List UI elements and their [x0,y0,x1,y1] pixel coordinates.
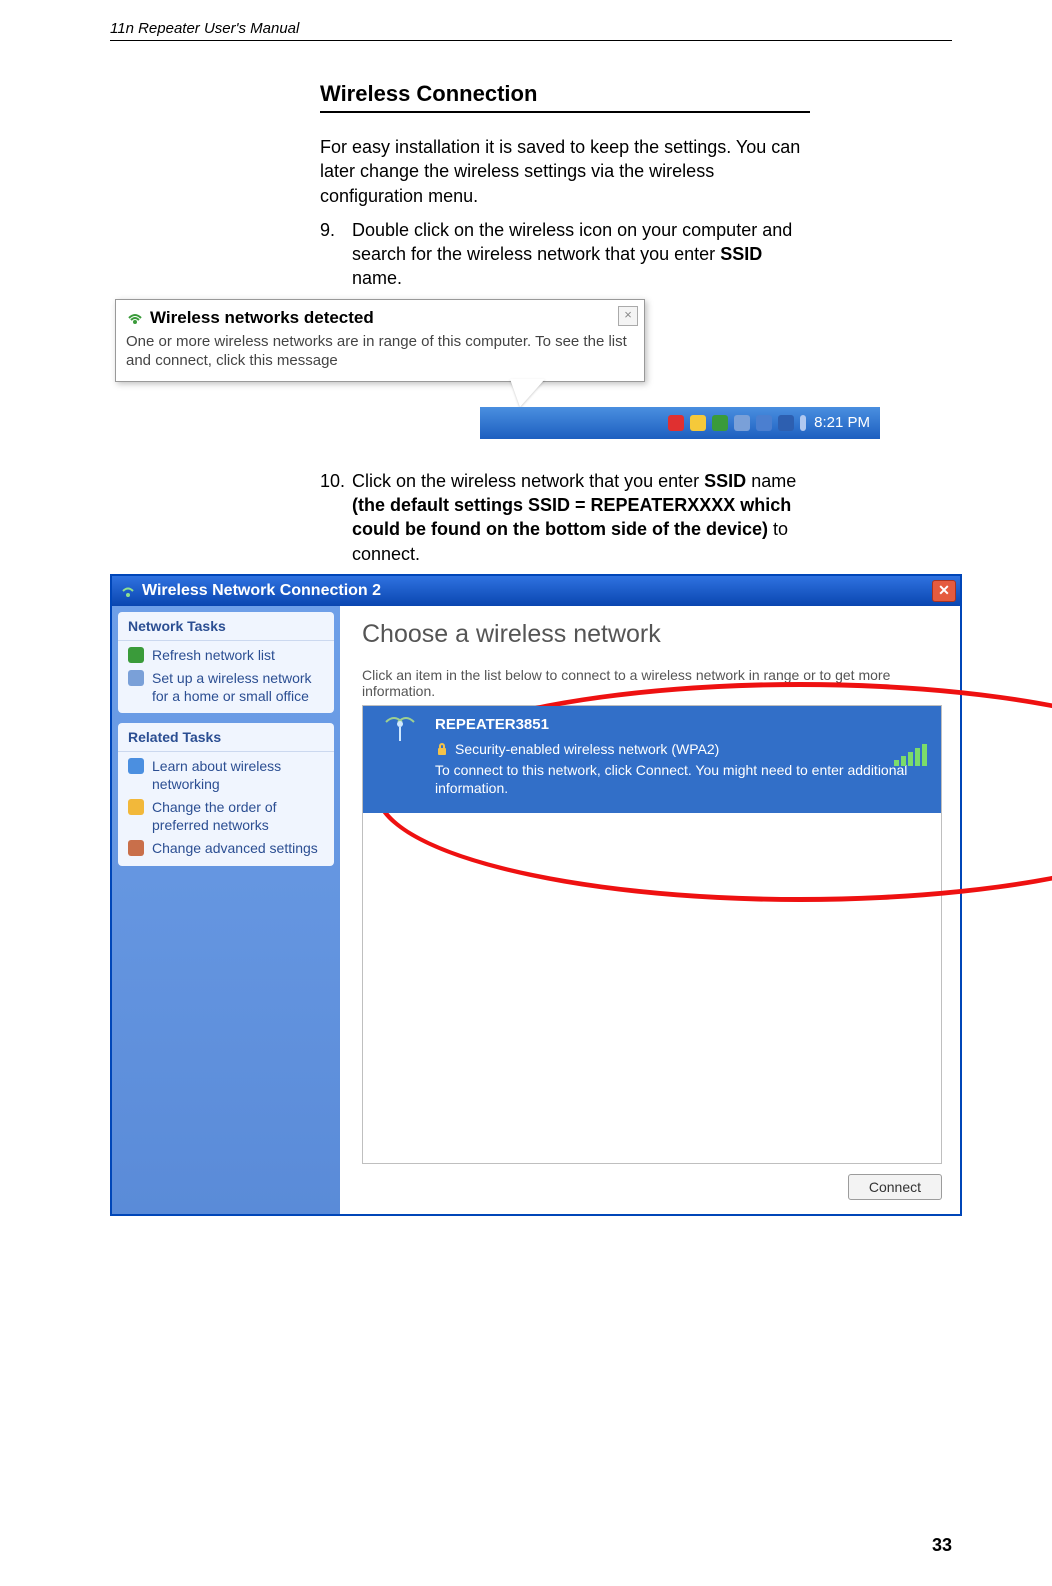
network-tasks-group: Network Tasks Refresh network list Set u… [118,612,334,714]
sidebar-item-refresh[interactable]: Refresh network list [118,641,334,665]
step-9: 9. Double click on the wireless icon on … [320,218,810,291]
step-number: 9. [320,218,352,291]
wireless-dialog: Wireless Network Connection 2 ✕ Network … [110,574,962,1216]
connect-button[interactable]: Connect [848,1174,942,1200]
group-header: Network Tasks [118,612,334,641]
wifi-icon [126,309,144,327]
sidebar-item-setup[interactable]: Set up a wireless network for a home or … [118,664,334,705]
close-icon[interactable]: × [618,306,638,326]
ssid-name: REPEATER3851 [435,716,927,733]
main-pane: Choose a wireless network Click an item … [340,606,960,1214]
network-item[interactable]: REPEATER3851 Security-enabled wireless n… [363,706,941,813]
step-body: Click on the wireless network that you e… [352,469,810,566]
tray-update-icon[interactable] [712,415,728,431]
network-list[interactable]: REPEATER3851 Security-enabled wireless n… [362,705,942,1164]
system-tray[interactable]: 8:21 PM [480,407,880,439]
content-column-2: 10. Click on the wireless network that y… [320,469,810,566]
balloon-title: Wireless networks detected [150,308,374,328]
sidebar: Network Tasks Refresh network list Set u… [112,606,340,1214]
refresh-icon [128,647,144,663]
page: 11n Repeater User's Manual Wireless Conn… [0,0,1052,1586]
step-body: Double click on the wireless icon on you… [352,218,810,291]
step-10: 10. Click on the wireless network that y… [320,469,810,566]
tray-expand-icon[interactable] [800,415,806,431]
figure-balloon-systray: × Wireless networks detected One or more… [110,299,880,439]
tray-device-icon[interactable] [734,415,750,431]
info-icon [128,758,144,774]
close-button[interactable]: ✕ [932,580,956,602]
setup-icon [128,670,144,686]
security-line: Security-enabled wireless network (WPA2) [435,741,927,757]
tray-monitor-icon[interactable] [778,415,794,431]
network-icon-col [377,716,423,797]
dialog-title-text: Wireless Network Connection 2 [142,582,381,600]
section-title: Wireless Connection [320,81,810,113]
wifi-icon [120,583,136,599]
sidebar-item-advanced[interactable]: Change advanced settings [118,834,334,858]
settings-icon [128,840,144,856]
signal-icon [894,744,927,766]
related-tasks-group: Related Tasks Learn about wireless netwo… [118,723,334,866]
page-number: 33 [932,1535,952,1556]
network-help-text: To connect to this network, click Connec… [435,761,927,797]
star-icon [128,799,144,815]
lock-icon [435,742,449,756]
antenna-icon [380,716,420,742]
balloon-tooltip[interactable]: × Wireless networks detected One or more… [115,299,645,382]
tray-shield-icon[interactable] [690,415,706,431]
tray-icons [668,415,806,431]
page-header: 11n Repeater User's Manual [110,20,952,41]
header-text: 11n Repeater User's Manual [110,20,299,37]
tray-volume-icon[interactable] [756,415,772,431]
tray-network-icon[interactable] [668,415,684,431]
choose-heading: Choose a wireless network [362,620,942,649]
group-header: Related Tasks [118,723,334,752]
content-column: Wireless Connection For easy installatio… [320,81,810,291]
network-details: REPEATER3851 Security-enabled wireless n… [435,716,927,797]
dialog-body: Network Tasks Refresh network list Set u… [112,606,960,1214]
sidebar-item-learn[interactable]: Learn about wireless networking [118,752,334,793]
step-number: 10. [320,469,352,566]
balloon-body: One or more wireless networks are in ran… [126,332,634,371]
choose-subtext: Click an item in the list below to conne… [362,667,942,699]
sidebar-item-order[interactable]: Change the order of preferred networks [118,793,334,834]
dialog-titlebar[interactable]: Wireless Network Connection 2 ✕ [112,576,960,606]
balloon-tail [510,379,545,407]
intro-paragraph: For easy installation it is saved to kee… [320,135,810,208]
connect-row: Connect [362,1164,942,1200]
tray-clock: 8:21 PM [814,414,870,431]
